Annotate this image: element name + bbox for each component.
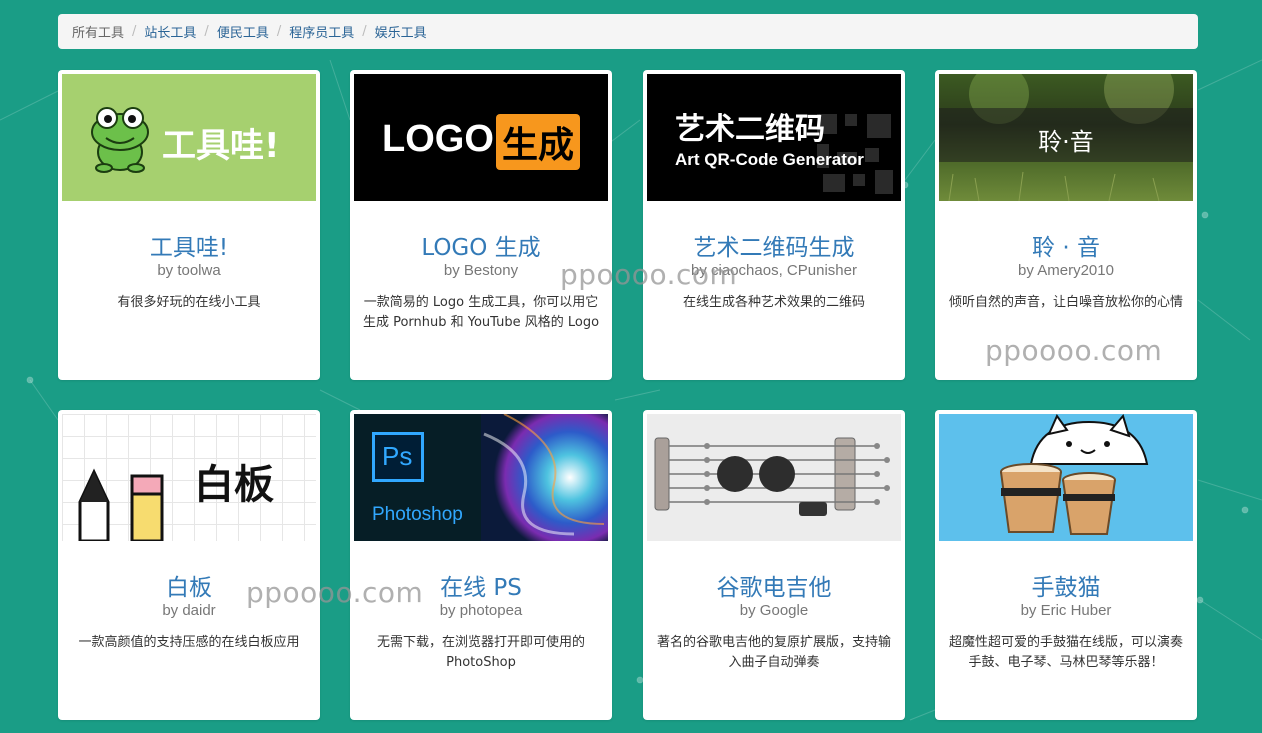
card-title[interactable]: 手鼓猫 — [935, 568, 1197, 602]
tool-card-bongo-cat[interactable]: 手鼓猫 by Eric Huber 超魔性超可爱的手鼓猫在线版，可以演奏手鼓、电… — [935, 410, 1197, 720]
breadcrumb-entertainment-tools[interactable]: 娱乐工具 — [375, 22, 427, 41]
breadcrumb-separator: / — [276, 24, 282, 39]
tool-card-logo-generator[interactable]: LOGO 生成 LOGO 生成 by Bestony 一款简易的 Logo 生成… — [350, 70, 612, 380]
card-title[interactable]: 艺术二维码生成 — [643, 228, 905, 262]
card-description: 著名的谷歌电吉他的复原扩展版，支持输入曲子自动弹奏 — [656, 635, 891, 670]
breadcrumb-all-tools[interactable]: 所有工具 — [72, 22, 124, 41]
tool-card-online-ps[interactable]: Ps Photoshop 在线 PS by photopea 无需下载，在浏览器… — [350, 410, 612, 720]
thumb-text-photoshop: Photoshop — [372, 504, 463, 525]
thumb-text-logo: LOGO — [382, 118, 494, 160]
card-title[interactable]: 工具哇! — [58, 228, 320, 262]
thumb-text-subtitle: Art QR-Code Generator — [675, 150, 864, 169]
card-title[interactable]: 聆 · 音 — [935, 228, 1197, 262]
card-title[interactable]: LOGO 生成 — [350, 228, 612, 262]
ps-logo-text: Ps — [382, 441, 413, 471]
card-title[interactable]: 在线 PS — [350, 568, 612, 602]
card-description: 有很多好玩的在线小工具 — [117, 295, 261, 310]
card-thumbnail: 聆·音 — [939, 74, 1193, 201]
card-author: by Google — [739, 602, 809, 619]
breadcrumb-separator: / — [132, 24, 137, 39]
card-author: by daidr — [162, 602, 216, 619]
card-author: by toolwa — [157, 262, 221, 279]
card-description: 倾听自然的声音，让白噪音放松你的心情 — [948, 295, 1183, 310]
thumb-text: 工具哇! — [162, 126, 280, 166]
card-thumbnail: 工具哇! — [62, 74, 316, 201]
card-author: by Eric Huber — [1020, 602, 1112, 619]
guitar-icon — [654, 437, 890, 516]
breadcrumb-separator: / — [362, 24, 367, 39]
breadcrumb-convenience-tools[interactable]: 便民工具 — [217, 22, 269, 41]
card-thumbnail: 艺术二维码 Art QR-Code Generator — [647, 74, 901, 201]
card-thumbnail: 白板 — [62, 414, 316, 541]
card-thumbnail — [647, 414, 901, 541]
card-author: by Amery2010 — [1018, 262, 1114, 279]
card-description: 超魔性超可爱的手鼓猫在线版，可以演奏手鼓、电子琴、马林巴琴等乐器！ — [948, 635, 1183, 670]
card-thumbnail — [939, 414, 1193, 541]
card-description: 一款高颜值的支持压感的在线白板应用 — [78, 635, 300, 650]
thumb-text: 聆·音 — [1038, 128, 1094, 156]
card-author: by Bestony — [443, 262, 519, 279]
card-description: 一款简易的 Logo 生成工具，你可以用它生成 Pornhub 和 YouTub… — [362, 295, 600, 330]
breadcrumb: 所有工具 / 站长工具 / 便民工具 / 程序员工具 / 娱乐工具 — [58, 14, 1198, 49]
photoshop-logo-icon: Ps — [372, 432, 424, 482]
card-description: 无需下载，在浏览器打开即可使用的 PhotoShop — [376, 635, 585, 670]
bongo-cat-icon — [1000, 414, 1149, 535]
card-author: by photopea — [439, 602, 523, 619]
tool-card-art-qrcode[interactable]: 艺术二维码 Art QR-Code Generator 艺术二维码生成 by c… — [643, 70, 905, 380]
thumb-text-generate: 生成 — [496, 114, 581, 170]
tool-card-google-guitar[interactable]: 谷歌电吉他 by Google 著名的谷歌电吉他的复原扩展版，支持输入曲子自动弹… — [643, 410, 905, 720]
breadcrumb-separator: / — [204, 24, 209, 39]
tool-card-toolwa[interactable]: 工具哇! 工具哇! by toolwa 有很多好玩的在线小工具 — [58, 70, 320, 380]
thumb-text-title: 艺术二维码 — [675, 112, 825, 147]
tool-card-ling-yin[interactable]: 聆·音 聆 · 音 by Amery2010 倾听自然的声音，让白噪音放松你的心… — [935, 70, 1197, 380]
card-title[interactable]: 谷歌电吉他 — [643, 568, 905, 602]
breadcrumb-programmer-tools[interactable]: 程序员工具 — [289, 22, 354, 41]
tool-card-whiteboard[interactable]: 白板 白板 by daidr 一款高颜值的支持压感的在线白板应用 — [58, 410, 320, 720]
card-title[interactable]: 白板 — [58, 568, 320, 602]
thumb-text: 白板 — [194, 461, 274, 508]
card-description: 在线生成各种艺术效果的二维码 — [682, 295, 865, 310]
breadcrumb-webmaster-tools[interactable]: 站长工具 — [144, 22, 196, 41]
card-author: by ciaochaos, CPunisher — [691, 262, 857, 279]
pencil-icon — [78, 468, 164, 541]
card-thumbnail: LOGO 生成 — [354, 74, 608, 201]
card-thumbnail: Ps Photoshop — [354, 414, 608, 541]
